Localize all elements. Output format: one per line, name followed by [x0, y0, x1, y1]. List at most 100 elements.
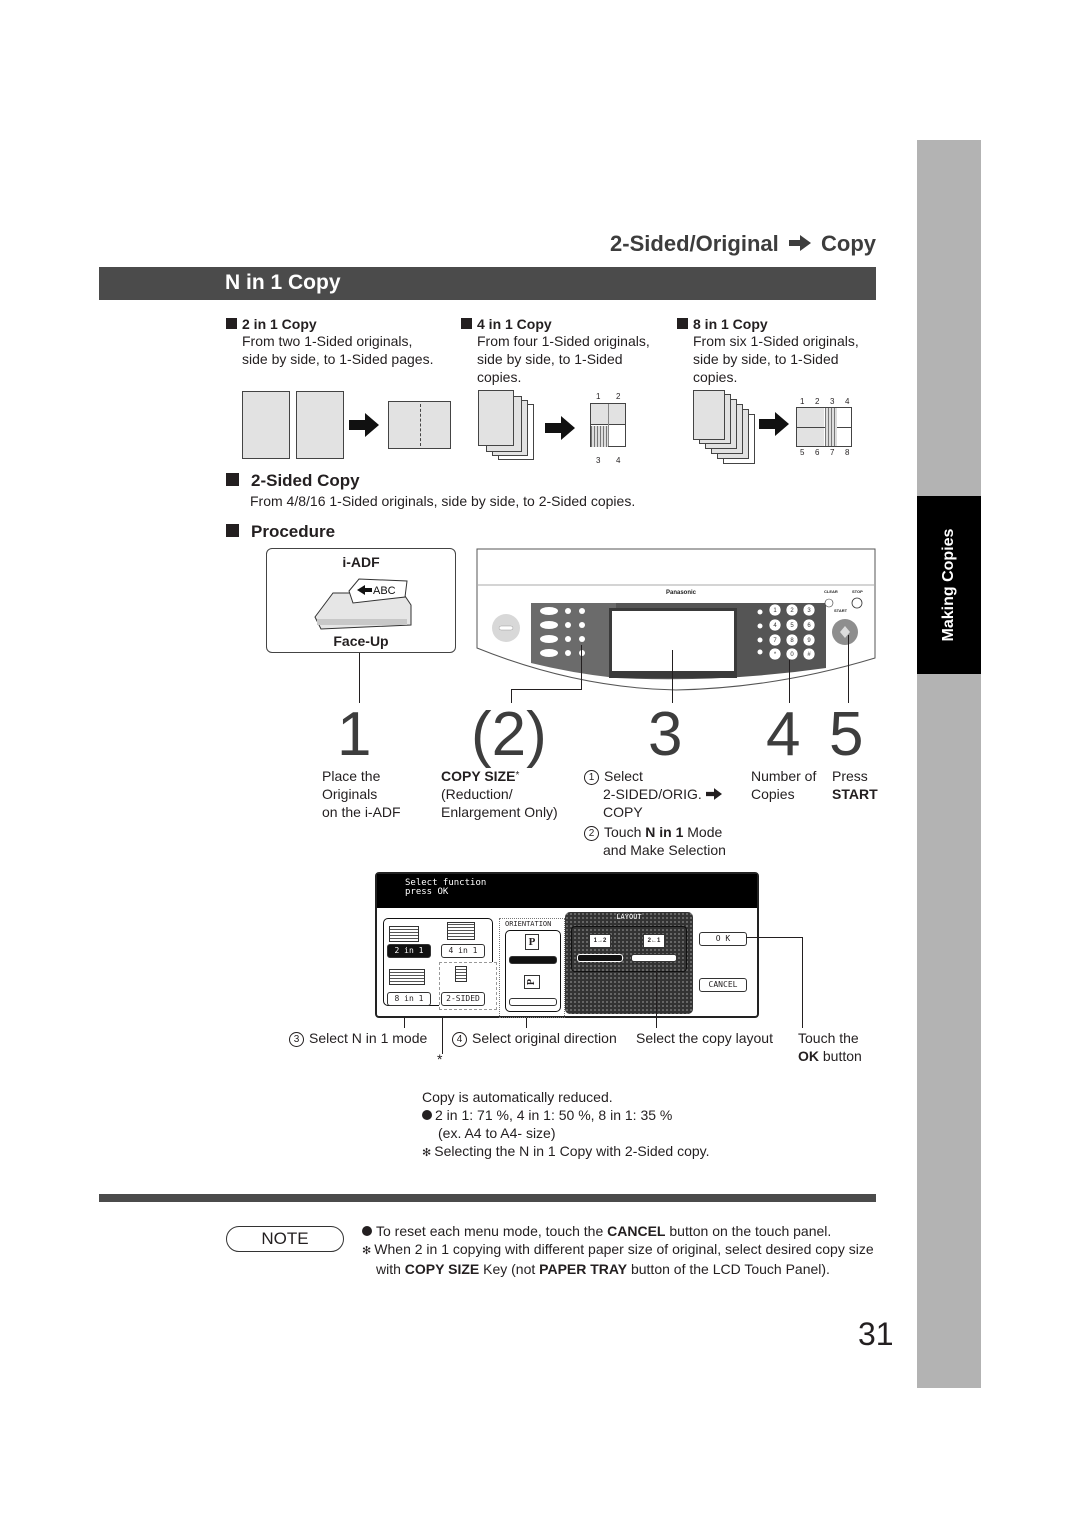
control-panel: 123 456 789 * 0 # Panasonic CLEAR STOP STA… — [476, 548, 876, 698]
mode-heading: 4 in 1 Copy — [477, 316, 552, 332]
circled-number-icon: 2 — [584, 826, 599, 841]
adf-footer: Face-Up — [333, 633, 389, 649]
illustration-4in1: 1 2 3 4 — [478, 390, 638, 470]
combined-page — [590, 403, 626, 447]
step-2-text: COPY SIZE* (Reduction/Enlargement Only) — [441, 768, 558, 820]
right-arrow-icon — [788, 231, 811, 257]
svg-text:STOP: STOP — [852, 589, 863, 594]
ok-button[interactable]: O K — [699, 932, 747, 946]
lcd-screen-icon — [612, 611, 734, 671]
mode-desc: From six 1-Sided originals, side by side,… — [693, 333, 859, 385]
step-3-text: 1 Select 2-SIDED/ORIG. COPY 2 Touch N in 1… — [584, 767, 754, 859]
8-in-1-button[interactable]: 8 in 1 — [387, 992, 431, 1006]
reduction-note: Copy is automatically reduced. 2 in 1: 7… — [422, 1089, 710, 1159]
page-title: N in 1 Copy — [225, 271, 341, 294]
bullet-square-icon — [226, 318, 237, 329]
section-tab-label: Making Copies — [940, 528, 957, 642]
step-number-4: 4 — [766, 700, 801, 769]
svg-text:Panasonic: Panasonic — [666, 590, 697, 596]
mode-desc: From four 1-Sided originals, side by side… — [477, 333, 650, 385]
step-5-text: Press START — [832, 768, 878, 802]
callout-line — [581, 645, 582, 690]
callout-line — [404, 1018, 405, 1028]
mode-desc: From two 1-Sided originals, side by side,… — [242, 333, 434, 367]
right-arrow-icon — [545, 416, 575, 440]
divider-bar — [99, 1194, 876, 1202]
layout-left-button[interactable] — [577, 954, 623, 962]
svg-text:START: START — [834, 608, 848, 613]
layout-right-button[interactable] — [631, 954, 677, 962]
landscape-button[interactable] — [509, 998, 557, 1006]
callout-line — [802, 937, 803, 1028]
lcd-touch-panel: Select function press OK 2 in 1 4 in 1 8… — [375, 872, 759, 1018]
layout-left-to-right-icon: 1→2 — [589, 934, 611, 948]
side-strip — [917, 140, 981, 1388]
procedure-heading: Procedure — [226, 522, 335, 542]
layout-label: LAYOUT — [616, 913, 642, 921]
callout-line — [672, 650, 673, 703]
mode-heading: 8 in 1 Copy — [693, 316, 768, 332]
page-number: 31 — [858, 1316, 894, 1352]
adf-title: i-ADF — [342, 554, 380, 570]
section-tab-making-copies[interactable]: Making Copies — [917, 496, 981, 674]
bullet-icon — [362, 1226, 372, 1236]
right-arrow-icon — [759, 412, 789, 436]
step-4-text: Number of Copies — [751, 768, 817, 802]
callout-ok: Touch the OK button — [798, 1030, 862, 1064]
callout-line — [526, 1018, 527, 1028]
2in1-icon — [389, 926, 419, 942]
two-sided-desc: From 4/8/16 1-Sided originals, side by s… — [250, 493, 636, 509]
right-arrow-icon — [349, 413, 379, 437]
asterisk-marker: * — [437, 1051, 443, 1067]
adf-illustration: i-ADF ABC Face-Up — [266, 548, 456, 653]
svg-text:CLEAR: CLEAR — [824, 589, 838, 594]
layout-right-to-left-icon: 2←1 — [643, 934, 665, 948]
circled-number-icon: 1 — [584, 770, 599, 785]
section-title-right: Copy — [821, 231, 876, 256]
mode-8in1: 8 in 1 Copy From six 1-Sided originals, s… — [677, 316, 887, 386]
right-arrow-icon — [705, 788, 722, 800]
title-bar: N in 1 Copy — [99, 267, 876, 300]
combined-page — [796, 407, 852, 447]
step-number-2: (2) — [471, 700, 547, 769]
cancel-button[interactable]: CANCEL — [699, 978, 747, 992]
portrait-button[interactable] — [509, 956, 557, 964]
step-number-3: 3 — [648, 700, 683, 769]
illustration-8in1: 1 2 3 4 5 6 7 8 — [693, 390, 863, 470]
mode-heading: 2 in 1 Copy — [242, 316, 317, 332]
step-1-text: Place the Originals on the i-ADF — [322, 768, 401, 820]
svg-text:ABC: ABC — [373, 585, 396, 597]
callout-line — [746, 937, 803, 938]
callout-line — [511, 689, 582, 690]
orientation-label: ORIENTATION — [505, 920, 552, 928]
callout-original-direction: 4 Select original direction — [452, 1029, 617, 1047]
original-page-1 — [242, 391, 290, 459]
note-text: To reset each menu mode, touch the CANCE… — [362, 1223, 874, 1277]
callout-copy-layout: Select the copy layout — [636, 1030, 773, 1046]
bullet-square-icon — [461, 318, 472, 329]
circled-number-icon: 3 — [289, 1032, 304, 1047]
bullet-square-icon — [226, 524, 239, 537]
step-number-1: 1 — [337, 700, 372, 769]
callout-line — [789, 660, 790, 703]
section-title-left: 2-Sided/Original — [610, 231, 779, 256]
4-in-1-button[interactable]: 4 in 1 — [441, 944, 485, 958]
section-title: 2-Sided/Original Copy — [560, 231, 876, 257]
two-sided-heading: 2-Sided Copy — [226, 471, 360, 491]
step-number-5: 5 — [829, 700, 864, 769]
circled-number-icon: 4 — [452, 1032, 467, 1047]
bullet-square-icon — [677, 318, 688, 329]
landscape-icon: P — [524, 975, 540, 989]
2-sided-icon — [455, 966, 467, 982]
callout-line — [442, 1018, 443, 1054]
2-sided-button[interactable]: 2-SIDED — [441, 992, 485, 1006]
portrait-icon: P — [525, 934, 539, 950]
callout-line — [359, 653, 360, 703]
callout-line — [656, 970, 657, 1028]
callout-line — [848, 635, 849, 703]
8in1-icon — [389, 969, 425, 985]
lcd-message-bar: Select function press OK — [377, 874, 757, 908]
original-page-2 — [296, 391, 344, 459]
2-in-1-button[interactable]: 2 in 1 — [387, 944, 431, 958]
adf-document-feeder-icon: ABC — [314, 578, 412, 630]
